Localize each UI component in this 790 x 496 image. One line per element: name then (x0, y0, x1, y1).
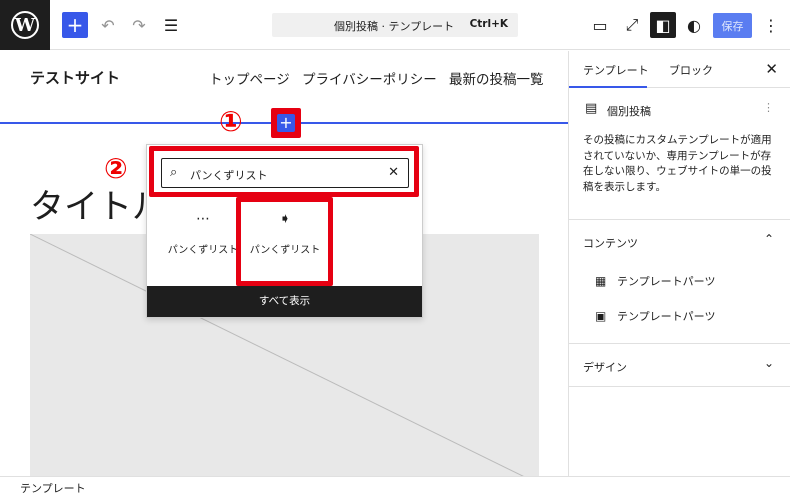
close-icon[interactable]: ✕ (765, 60, 778, 78)
nav-item-top[interactable]: トップページ (209, 68, 290, 88)
annotation-2: ② (104, 152, 128, 185)
desktop-icon: ▭ (592, 15, 608, 35)
browse-all-button[interactable]: すべて表示 (147, 286, 422, 317)
undo-icon: ↶ (101, 15, 115, 35)
plus-icon: + (277, 114, 295, 132)
command-title: 個別投稿 · テンプレート (334, 20, 455, 33)
styles-button[interactable]: ◐ (681, 12, 707, 38)
settings-sidebar-toggle[interactable]: ◧ (650, 12, 676, 38)
plus-icon: + (66, 13, 84, 37)
editor-footer: テンプレート (0, 476, 790, 496)
redo-button[interactable]: ↷ (126, 12, 152, 38)
add-block-button[interactable]: + (62, 12, 88, 38)
settings-sidebar: テンプレート ブロック ✕ ▤ 個別投稿 ⋮ その投稿にカスタムテンプレートが適… (568, 51, 790, 476)
list-view-button[interactable]: ☰ (158, 12, 184, 38)
external-icon: ⤢ (625, 15, 639, 34)
template-description: その投稿にカスタムテンプレートが適用されていないか、専用テンプレートが存在しない… (583, 134, 772, 193)
tab-block[interactable]: ブロック (669, 62, 713, 78)
options-button[interactable]: ⋮ (758, 12, 784, 38)
template-summary: ▤ 個別投稿 ⋮ その投稿にカスタムテンプレートが適用されていないか、専用テンプ… (569, 88, 790, 220)
breadcrumb[interactable]: テンプレート (20, 480, 86, 496)
sidebar-icon: ◧ (655, 15, 671, 35)
template-part-label: テンプレートパーツ (617, 310, 716, 323)
design-panel-toggle[interactable]: デザイン ⌄ (569, 344, 790, 386)
more-icon[interactable]: ⋮ (763, 101, 774, 114)
command-palette-button[interactable]: 個別投稿 · テンプレート Ctrl+K (272, 13, 518, 37)
breadcrumb-icon: ⋯ (196, 211, 210, 227)
more-icon: ⋮ (763, 15, 779, 35)
editor-toolbar: W + ↶ ↷ ☰ 個別投稿 · テンプレート Ctrl+K ▭ ⤢ ◧ ◐ 保… (0, 0, 790, 50)
block-result-label: パンくずリスト (167, 245, 239, 256)
device-preview-button[interactable]: ▭ (587, 12, 613, 38)
design-panel: デザイン ⌄ (569, 344, 790, 387)
template-part-footer[interactable]: ▣ テンプレートパーツ (595, 308, 715, 324)
content-panel-toggle[interactable]: コンテンツ ⌃ (569, 220, 790, 262)
wordpress-icon: W (11, 11, 39, 39)
template-part-header[interactable]: ▦ テンプレートパーツ (595, 273, 715, 289)
nav-item-privacy[interactable]: プライバシーポリシー (302, 68, 437, 88)
site-title[interactable]: テストサイト (30, 67, 120, 88)
template-icon: ▤ (585, 101, 598, 116)
footer-part-icon: ▣ (595, 309, 607, 323)
annotation-box-search (149, 146, 419, 197)
content-panel: コンテンツ ⌃ ▦ テンプレートパーツ ▣ テンプレートパーツ (569, 220, 790, 344)
save-button[interactable]: 保存 (713, 13, 752, 38)
tab-template[interactable]: テンプレート (583, 62, 649, 78)
template-name: 個別投稿 (607, 105, 651, 118)
redo-icon: ↷ (132, 15, 146, 35)
block-result-1[interactable]: ⋯ パンくずリスト (163, 211, 243, 271)
undo-button[interactable]: ↶ (95, 12, 121, 38)
annotation-box-result (236, 197, 333, 286)
header-part-icon: ▦ (595, 274, 607, 288)
view-site-button[interactable]: ⤢ (619, 12, 645, 38)
annotation-1: ① (219, 105, 243, 138)
sidebar-tabs: テンプレート ブロック ✕ (569, 51, 790, 88)
chevron-down-icon: ⌄ (763, 356, 774, 370)
nav-item-latest[interactable]: 最新の投稿一覧 (449, 68, 544, 88)
list-view-icon: ☰ (163, 15, 179, 35)
template-part-label: テンプレートパーツ (617, 275, 716, 288)
wordpress-logo-button[interactable]: W (0, 0, 50, 50)
styles-icon: ◐ (687, 15, 701, 35)
content-heading: コンテンツ (583, 237, 638, 250)
chevron-up-icon: ⌃ (763, 232, 774, 246)
block-inserter-button[interactable]: + (271, 108, 301, 138)
command-shortcut: Ctrl+K (469, 18, 508, 30)
design-heading: デザイン (583, 361, 627, 374)
